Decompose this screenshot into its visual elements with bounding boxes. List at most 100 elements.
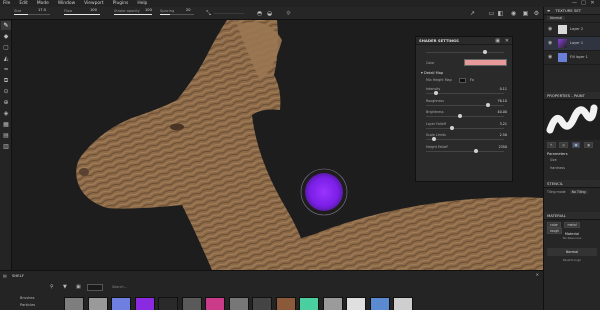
smudge-icon[interactable]: ≈ (1, 65, 11, 74)
visibility-icon[interactable]: ◉ (548, 26, 552, 32)
shelf-resource-thumbnail[interactable] (346, 297, 366, 310)
texture-set-tab[interactable]: TEXTURE SET (555, 8, 581, 13)
clone-icon[interactable]: ⧉ (1, 76, 11, 85)
shelf-resource-thumbnail[interactable] (369, 297, 390, 310)
layer-item-selected[interactable]: ◉ Layer 1 (544, 37, 600, 51)
environment-icon[interactable]: ◒ (266, 10, 273, 17)
shelf-resource-thumbnail[interactable] (134, 297, 155, 310)
height-falloff-slider[interactable] (426, 150, 504, 152)
menu-file[interactable]: File (3, 1, 10, 6)
menu-viewport[interactable]: Viewport (84, 1, 103, 6)
layer-item[interactable]: ◉ Layer 2 (544, 23, 600, 37)
flow-field[interactable]: Flow 100 (64, 8, 100, 19)
spacing-field[interactable]: Spacing 20 (160, 8, 194, 19)
filter-tag-icon[interactable]: ▣ (76, 284, 81, 290)
stroke-opacity-field[interactable]: Stroke opacity 100 (114, 8, 152, 19)
size-field[interactable]: Size 17.5 (14, 8, 50, 19)
close-button[interactable]: ✕ (588, 0, 597, 7)
shelf-resource-thumbnail[interactable] (111, 297, 131, 310)
folder-icon[interactable]: ▭ (488, 10, 495, 17)
geometry-fill-icon[interactable]: ◭ (1, 54, 11, 63)
shelf-resource-thumbnail[interactable] (64, 297, 84, 310)
stencil-tab-icon[interactable]: ◑ (584, 142, 593, 148)
shelf-resource-thumbnail[interactable] (205, 297, 225, 310)
visibility-icon[interactable]: ◉ (548, 40, 552, 46)
height-falloff-value[interactable]: 2350 (499, 145, 507, 149)
normal-blend-dropdown[interactable]: Normal (547, 248, 597, 256)
panel-close-icon[interactable]: ✕ (505, 38, 509, 44)
layer-falloff-slider[interactable] (426, 127, 504, 129)
funnel-icon[interactable]: ▼ (63, 284, 67, 290)
viewer-settings-icon[interactable]: ▥ (1, 142, 11, 151)
material-resource[interactable]: No Resource (544, 236, 600, 240)
stroke-opacity-value[interactable]: 100 (145, 8, 152, 12)
layer-falloff-value[interactable]: 3.21 (500, 122, 507, 126)
symmetry-icon[interactable]: ⤡ (205, 10, 212, 17)
roughness-slider[interactable] (426, 104, 504, 106)
height-falloff-knob[interactable] (474, 148, 478, 153)
scale-limits-slider[interactable] (426, 139, 504, 140)
polygon-fill-icon[interactable]: ◈ (1, 109, 11, 118)
layer-falloff-knob[interactable] (450, 125, 454, 130)
display-settings-icon[interactable]: ▤ (1, 131, 11, 140)
lazy-mouse-slider[interactable] (214, 13, 244, 14)
tiling-dropdown[interactable]: No Tiling (569, 190, 588, 194)
filter-icon[interactable]: ⚲ (50, 284, 54, 290)
camera-icon[interactable]: ◓ (256, 10, 263, 17)
flow-value[interactable]: 100 (90, 8, 97, 12)
shelf-resource-thumbnail[interactable] (87, 297, 108, 310)
blend-mode-dropdown[interactable]: Normal (547, 16, 566, 20)
menu-plugins[interactable]: Plugins (113, 1, 129, 6)
fx-button[interactable]: Fx (470, 78, 474, 82)
visibility-icon[interactable]: ◉ (548, 54, 552, 60)
shelf-resource-thumbnail[interactable] (275, 297, 296, 310)
lighting-icon[interactable]: ☼ (285, 10, 292, 17)
material-tab-icon[interactable]: ◉ (571, 142, 581, 148)
roughness-value[interactable]: 76.10 (498, 99, 507, 103)
settings-icon[interactable]: ⚙ (533, 10, 540, 17)
maximize-button[interactable]: □ (579, 0, 588, 7)
paint-brush-icon[interactable]: ✎ (1, 21, 11, 30)
stroke-opacity-slider[interactable] (114, 14, 152, 15)
brightness-value[interactable]: 40.00 (498, 110, 507, 114)
render-icon[interactable]: ◧ (497, 10, 504, 17)
alpha-tab-icon[interactable]: ◎ (559, 142, 569, 148)
shelf-resource-thumbnail[interactable] (181, 297, 202, 310)
shelf-resource-thumbnail[interactable] (393, 297, 413, 310)
shelf-category-particles[interactable]: Particles (20, 303, 35, 307)
size-value[interactable]: 17.5 (38, 8, 46, 12)
eraser-icon[interactable]: ◆ (1, 32, 11, 41)
shelf-resource-thumbnail[interactable] (252, 297, 272, 310)
detail-map-section[interactable]: ▾ Detail Map (416, 70, 512, 77)
shelf-resource-thumbnail[interactable] (299, 297, 319, 310)
scale-limits-value[interactable]: 2.50 (500, 133, 507, 137)
spacing-value[interactable]: 20 (186, 8, 191, 12)
shelf-resource-thumbnail[interactable] (158, 297, 178, 310)
metal-channel-button[interactable]: metal (564, 222, 580, 228)
shelf-resource-thumbnail[interactable] (228, 297, 249, 310)
layers-tab-icon[interactable]: ≡ (547, 8, 550, 13)
brightness-slider[interactable] (426, 116, 504, 117)
brush-tab-icon[interactable]: ✎ (547, 142, 556, 148)
shelf-filter-chip[interactable] (87, 284, 103, 291)
iray-icon[interactable]: ▣ (522, 10, 529, 17)
projection-icon[interactable]: ▢ (1, 43, 11, 52)
picker-icon[interactable]: ⊙ (1, 87, 11, 96)
roughness-knob[interactable] (486, 102, 490, 107)
layer-item[interactable]: ◉ Fill layer 1 (544, 51, 600, 65)
panel-pin-icon[interactable]: ▣ (495, 38, 500, 44)
shelf-close-icon[interactable]: ✕ (536, 272, 539, 277)
shelf-category-brushes[interactable]: Brushes (20, 296, 34, 300)
menu-mode[interactable]: Mode (37, 1, 49, 6)
bake-icon[interactable]: ▦ (1, 120, 11, 129)
size-param[interactable]: Size (544, 158, 600, 162)
selection-icon[interactable]: ⊕ (1, 98, 11, 107)
menu-window[interactable]: Window (58, 1, 75, 6)
color-swatch[interactable] (464, 59, 507, 66)
intensity-knob[interactable] (434, 91, 438, 95)
shelf-search-input[interactable]: Search... (112, 285, 127, 289)
spacing-slider[interactable] (160, 14, 194, 15)
brightness-knob[interactable] (458, 114, 462, 118)
intensity-value[interactable]: 0.11 (500, 87, 507, 91)
size-slider[interactable] (14, 14, 50, 15)
